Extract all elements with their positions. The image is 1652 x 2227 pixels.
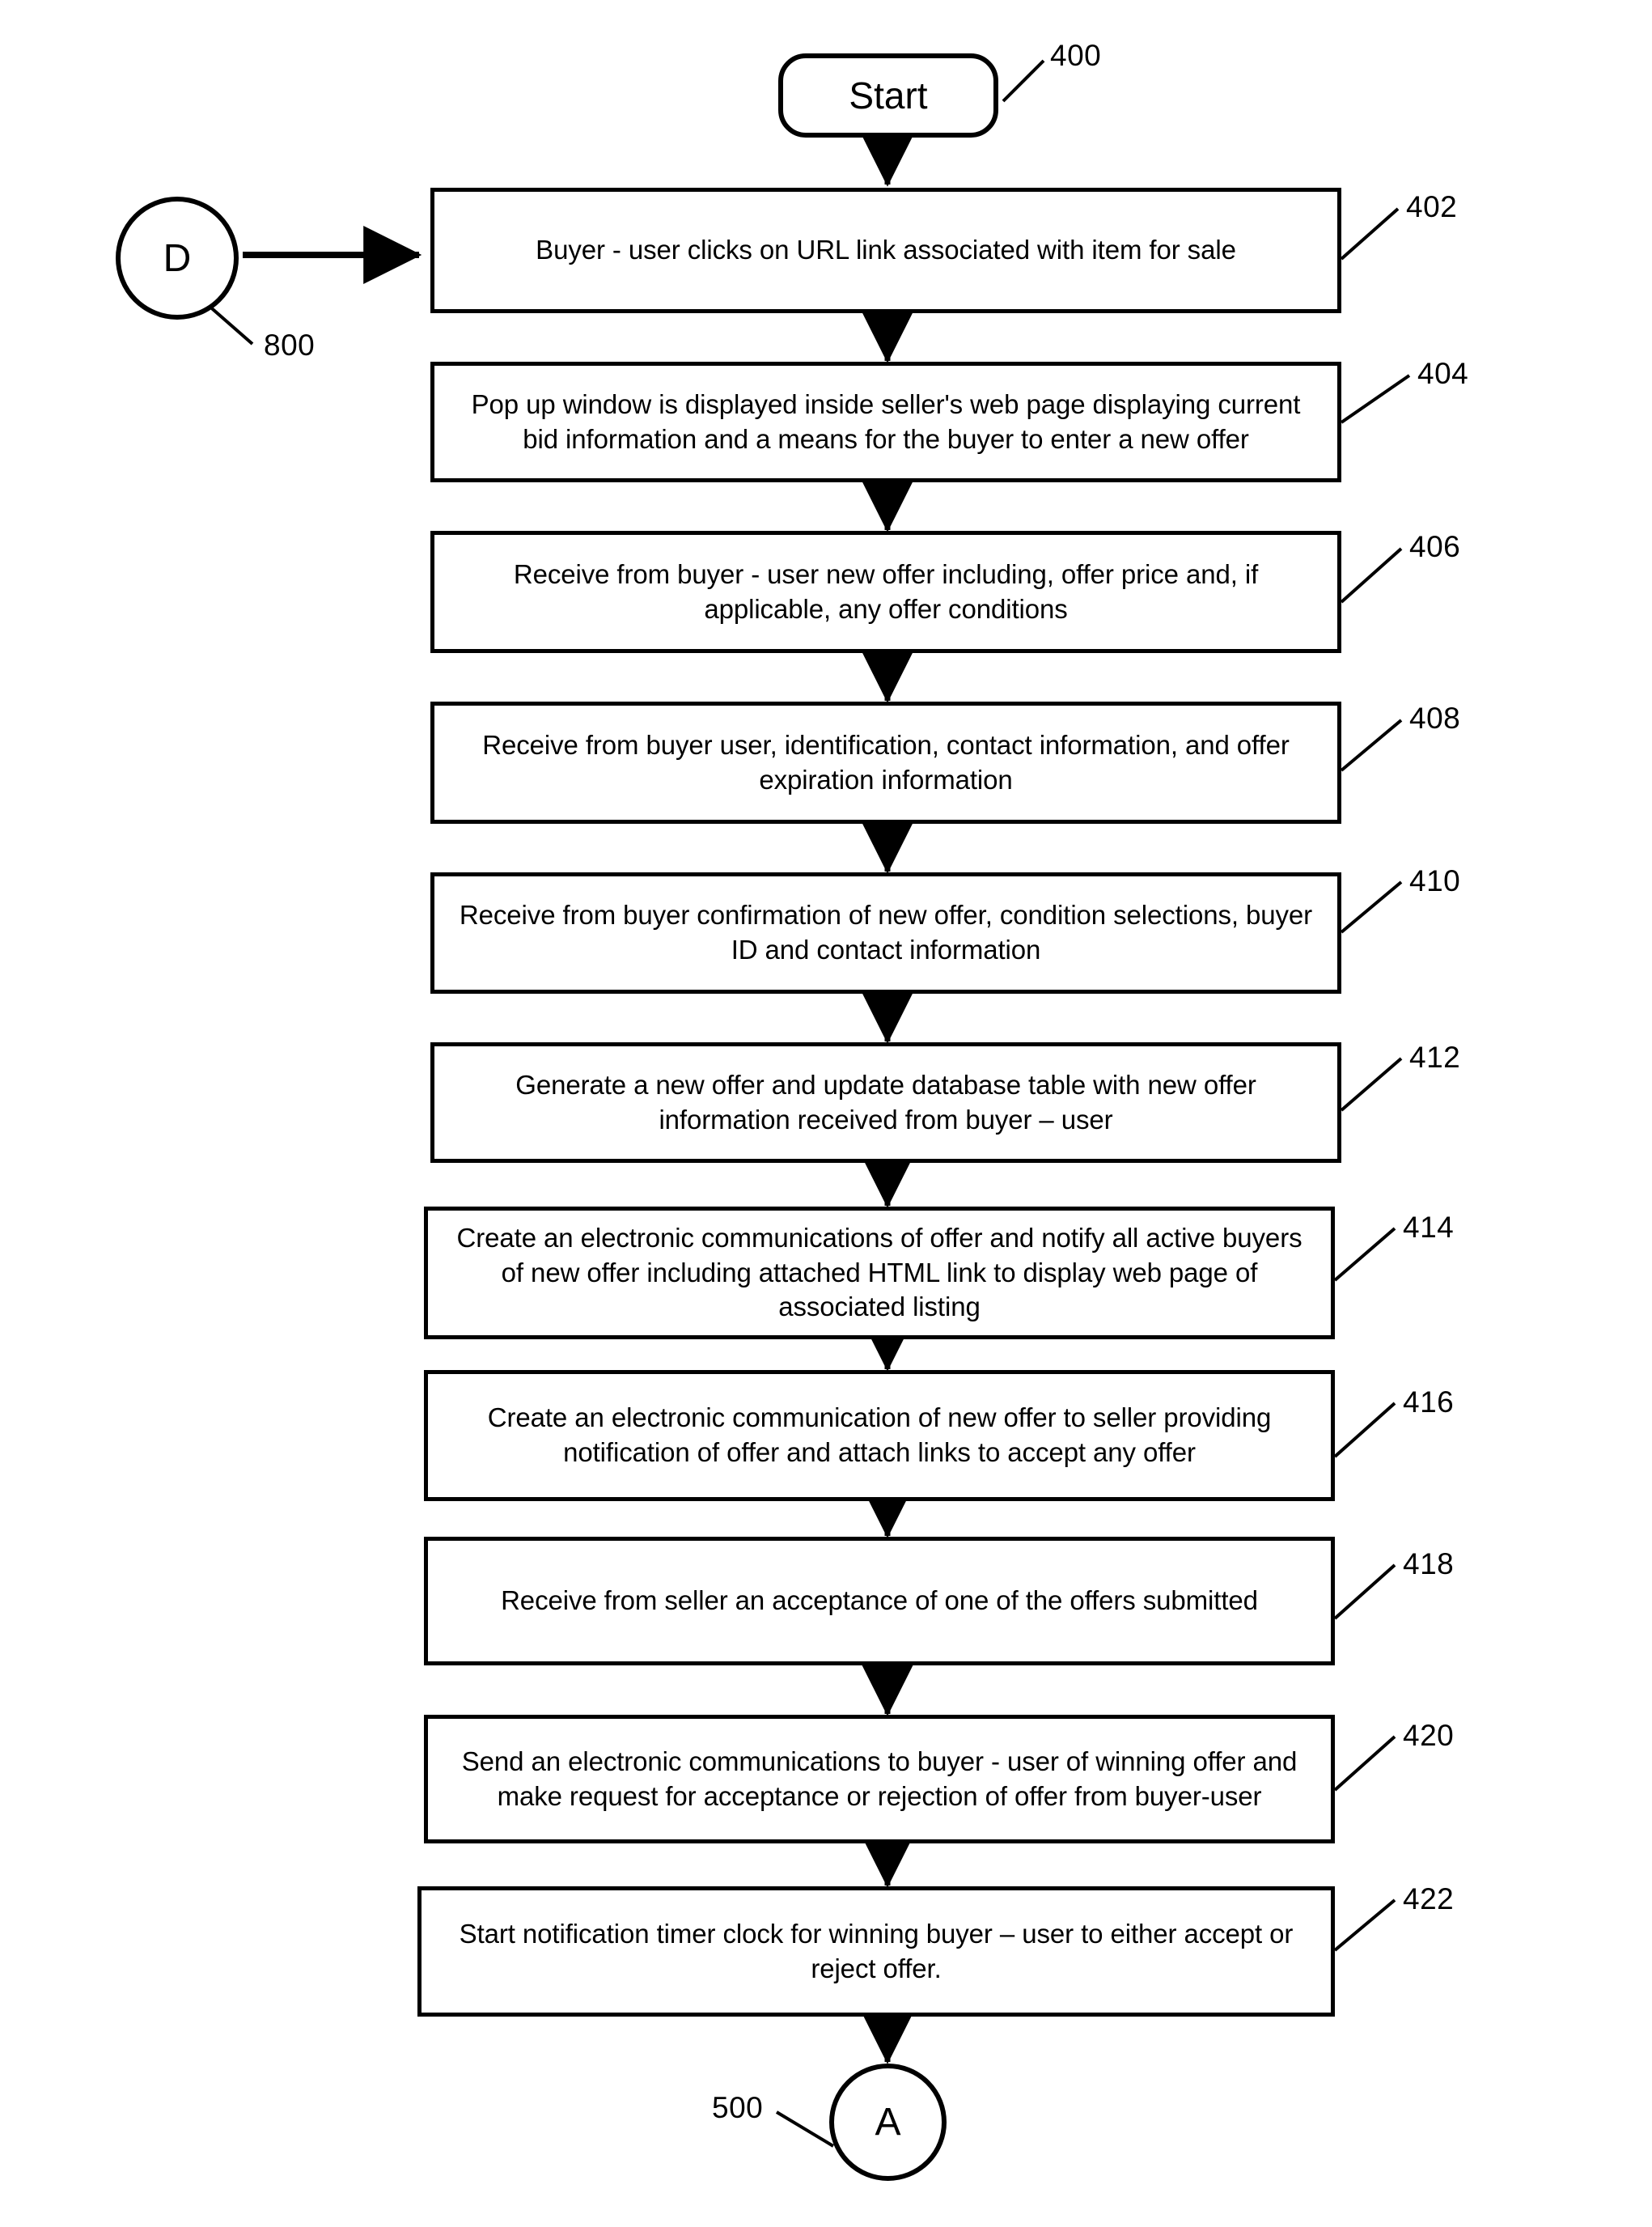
process-box-410[interactable]: Receive from buyer confirmation of new o…: [430, 872, 1341, 994]
ref-number-416: 416: [1403, 1385, 1455, 1419]
ref-number-500: 500: [712, 2091, 764, 2124]
exit-connector-label: A: [875, 2101, 901, 2144]
ref-number-412: 412: [1409, 1041, 1461, 1074]
leader-422: [1333, 1898, 1396, 1952]
process-box-420[interactable]: Send an electronic communications to buy…: [424, 1715, 1335, 1843]
process-text-414: Create an electronic communications of o…: [456, 1222, 1303, 1322]
leader-408: [1340, 719, 1403, 772]
exit-connector-a[interactable]: A: [829, 2064, 947, 2181]
process-box-404[interactable]: Pop up window is displayed inside seller…: [430, 362, 1341, 482]
process-text-422: Start notification timer clock for winni…: [459, 1918, 1294, 1983]
process-text-406: Receive from buyer - user new offer incl…: [513, 558, 1259, 624]
process-box-418[interactable]: Receive from seller an acceptance of one…: [424, 1537, 1335, 1665]
process-text-410: Receive from buyer confirmation of new o…: [459, 900, 1313, 965]
ref-number-400: 400: [1050, 39, 1102, 72]
ref-number-408: 408: [1409, 702, 1461, 735]
ref-number-414: 414: [1403, 1211, 1455, 1244]
flowchart-page: Start 400 D 800 Buyer - user clicks on U…: [0, 0, 1652, 2227]
process-text-408: Receive from buyer user, identification,…: [482, 729, 1290, 795]
process-text-416: Create an electronic communication of ne…: [487, 1402, 1272, 1467]
process-box-422[interactable]: Start notification timer clock for winni…: [417, 1886, 1335, 2017]
process-text-404: Pop up window is displayed inside seller…: [471, 388, 1301, 454]
process-text-402: Buyer - user clicks on URL link associat…: [536, 235, 1236, 265]
ref-number-410: 410: [1409, 864, 1461, 897]
ref-number-402: 402: [1406, 190, 1458, 223]
process-text-418: Receive from seller an acceptance of one…: [501, 1585, 1258, 1616]
leader-420: [1333, 1735, 1396, 1792]
leader-402: [1340, 207, 1400, 261]
entry-connector-d[interactable]: D: [116, 197, 239, 320]
leader-406: [1340, 547, 1403, 604]
ref-number-800: 800: [264, 329, 316, 362]
process-text-412: Generate a new offer and update database…: [515, 1069, 1256, 1135]
process-box-412[interactable]: Generate a new offer and update database…: [430, 1042, 1341, 1163]
leader-400: [1002, 59, 1045, 103]
process-box-414[interactable]: Create an electronic communications of o…: [424, 1207, 1335, 1339]
entry-connector-label: D: [163, 236, 192, 280]
ref-number-406: 406: [1409, 530, 1461, 563]
process-box-416[interactable]: Create an electronic communication of ne…: [424, 1370, 1335, 1501]
ref-number-422: 422: [1403, 1882, 1455, 1915]
process-box-402[interactable]: Buyer - user clicks on URL link associat…: [430, 188, 1341, 313]
leader-500: [775, 2110, 835, 2148]
leader-418: [1333, 1563, 1396, 1620]
leader-404: [1340, 374, 1411, 424]
leader-414: [1333, 1227, 1396, 1282]
process-box-406[interactable]: Receive from buyer - user new offer incl…: [430, 531, 1341, 653]
process-box-408[interactable]: Receive from buyer user, identification,…: [430, 702, 1341, 824]
leader-412: [1340, 1057, 1403, 1112]
start-label: Start: [849, 74, 928, 117]
leader-410: [1340, 880, 1403, 934]
leader-416: [1333, 1402, 1396, 1458]
process-text-420: Send an electronic communications to buy…: [461, 1746, 1298, 1811]
ref-number-404: 404: [1417, 357, 1469, 390]
ref-number-418: 418: [1403, 1547, 1455, 1580]
ref-number-420: 420: [1403, 1719, 1455, 1752]
start-terminator[interactable]: Start: [778, 53, 998, 138]
